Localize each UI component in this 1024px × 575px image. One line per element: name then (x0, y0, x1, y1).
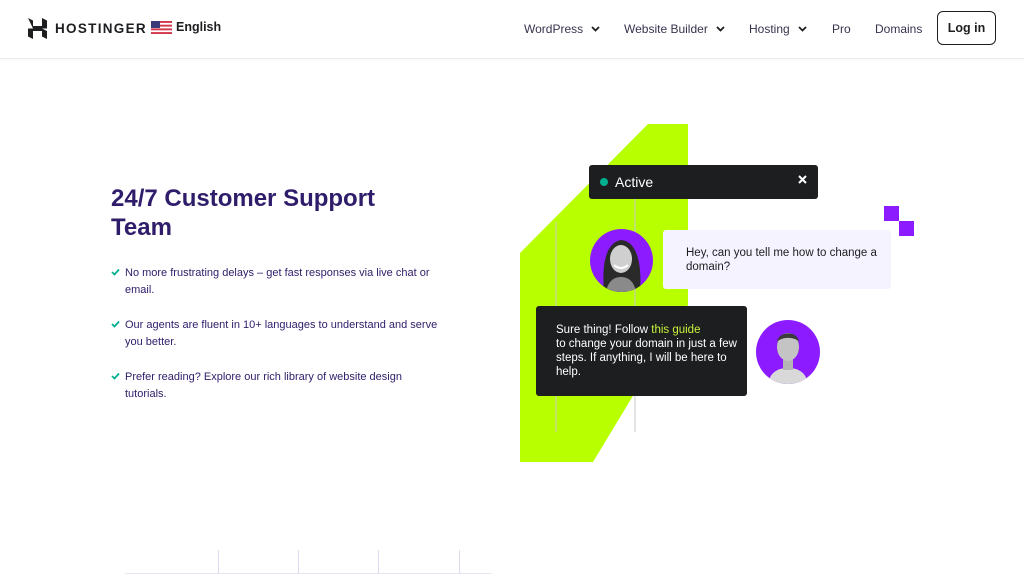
pixel-decoration (884, 206, 899, 221)
chat-status-bar: Active (589, 165, 818, 199)
status-dot-icon (600, 178, 608, 186)
status-label: Active (615, 174, 654, 190)
support-illustration: Active Hey, can you tell me how to chang… (0, 0, 1024, 575)
tab-separator (459, 550, 460, 574)
tab-separator (378, 550, 379, 574)
agent-message-suffix: to change your domain in just a few step… (556, 338, 737, 378)
tab-separator (298, 550, 299, 574)
agent-avatar (756, 320, 820, 384)
agent-message: Sure thing! Follow this guide to change … (536, 306, 747, 396)
customer-portrait-icon (603, 240, 641, 292)
agent-portrait-icon (768, 333, 808, 384)
guide-link[interactable]: this guide (651, 324, 700, 336)
tab-strip-divider (125, 573, 492, 574)
close-icon[interactable] (797, 174, 808, 185)
customer-avatar (590, 229, 653, 292)
customer-message: Hey, can you tell me how to change a dom… (663, 230, 891, 289)
agent-message-prefix: Sure thing! Follow (556, 324, 652, 336)
tab-separator (218, 550, 219, 574)
pixel-decoration (899, 221, 914, 236)
